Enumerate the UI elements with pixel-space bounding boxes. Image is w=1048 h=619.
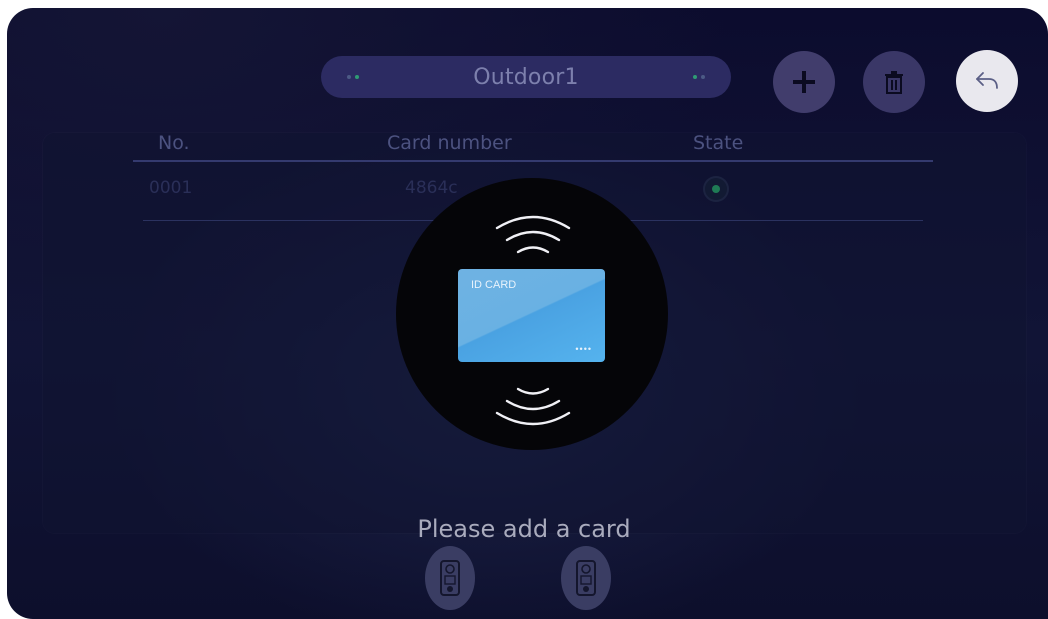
card-scan-dialog: ID CARD •••• — [396, 178, 668, 450]
id-card-image: ID CARD •••• — [458, 269, 605, 362]
column-no: No. — [158, 132, 190, 154]
outdoor-station-icon — [576, 560, 596, 596]
add-card-prompt: Please add a card — [417, 515, 631, 543]
id-card-dots: •••• — [575, 344, 592, 354]
back-button[interactable] — [956, 50, 1018, 112]
outdoor-station-button-1[interactable] — [425, 546, 475, 610]
column-state: State — [693, 132, 744, 154]
id-card-label: ID CARD — [471, 279, 517, 291]
table-header: No. Card number State — [133, 130, 933, 162]
pill-dots-left — [347, 75, 359, 79]
back-arrow-icon — [976, 72, 998, 89]
nfc-waves-bottom-icon — [495, 387, 571, 426]
nfc-waves-top-icon — [495, 215, 571, 254]
device-title-pill[interactable]: Outdoor1 — [321, 56, 731, 98]
trash-icon — [885, 71, 903, 94]
add-card-button[interactable] — [773, 51, 835, 113]
row-card-number: 4864c — [405, 178, 458, 198]
outdoor-station-icon — [440, 560, 460, 596]
outdoor-station-button-2[interactable] — [561, 546, 611, 610]
device-title: Outdoor1 — [473, 64, 579, 90]
state-indicator — [703, 176, 729, 202]
delete-card-button[interactable] — [863, 51, 925, 113]
pill-dots-right — [693, 75, 705, 79]
column-card-number: Card number — [387, 132, 512, 154]
plus-icon — [793, 71, 815, 93]
row-number: 0001 — [149, 178, 193, 198]
